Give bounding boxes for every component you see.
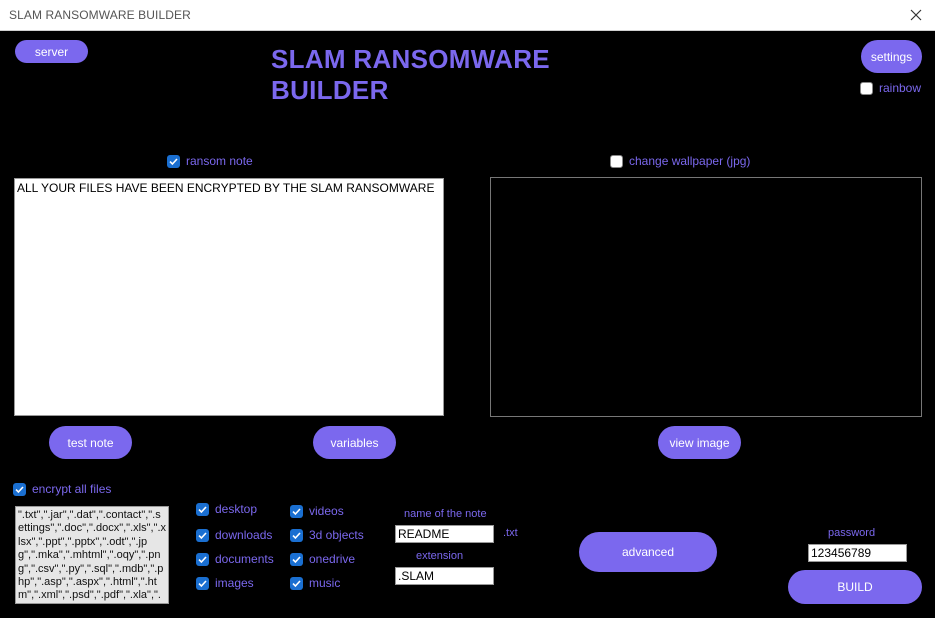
checkbox-checked-icon[interactable]: [196, 576, 209, 590]
change-wallpaper-checkbox[interactable]: change wallpaper (jpg): [610, 154, 750, 168]
password-input[interactable]: 123456789: [808, 544, 907, 562]
folder-label: music: [309, 576, 341, 590]
checkbox-unchecked-icon[interactable]: [610, 154, 623, 168]
folder-checkbox-downloads[interactable]: downloads: [196, 528, 272, 542]
extensions-list[interactable]: ".txt",".jar",".dat",".contact",".settin…: [15, 506, 169, 604]
extension-input[interactable]: .SLAM: [395, 567, 494, 585]
extensions-text: ".txt",".jar",".dat",".contact",".settin…: [18, 509, 167, 603]
app-heading: SLAM RANSOMWARE BUILDER: [271, 44, 550, 105]
note-name-input[interactable]: README: [395, 525, 494, 543]
checkbox-checked-icon[interactable]: [290, 504, 303, 518]
variables-button[interactable]: variables: [313, 426, 396, 459]
test-note-label: test note: [67, 435, 114, 450]
settings-button-label: settings: [870, 49, 913, 64]
folder-checkbox-documents[interactable]: documents: [196, 552, 274, 566]
app-window: SLAM RANSOMWARE BUILDER server SLAM RANS…: [0, 0, 935, 618]
folder-label: documents: [215, 552, 274, 566]
folder-checkbox-music[interactable]: music: [290, 576, 340, 590]
view-image-button[interactable]: view image: [658, 426, 741, 459]
view-image-label: view image: [669, 435, 730, 450]
folder-label: videos: [309, 504, 344, 518]
note-suffix-label: .txt: [503, 527, 518, 539]
note-name-value: README: [398, 527, 450, 541]
title-bar: SLAM RANSOMWARE BUILDER: [0, 0, 935, 31]
encrypt-all-label: encrypt all files: [32, 482, 112, 496]
password-value: 123456789: [811, 546, 872, 560]
advanced-label: advanced: [621, 545, 675, 559]
close-icon[interactable]: [905, 4, 927, 26]
folder-checkbox-onedrive[interactable]: onedrive: [290, 552, 355, 566]
rainbow-checkbox[interactable]: rainbow: [860, 81, 921, 95]
encrypt-all-checkbox[interactable]: encrypt all files: [13, 482, 111, 496]
ransom-note-label: ransom note: [186, 154, 253, 168]
folder-checkbox-3d-objects[interactable]: 3d objects: [290, 528, 364, 542]
checkbox-checked-icon[interactable]: [290, 552, 303, 566]
checkbox-checked-icon[interactable]: [290, 528, 303, 542]
folder-label: images: [215, 576, 254, 590]
checkbox-checked-icon[interactable]: [13, 482, 26, 496]
folder-checkbox-videos[interactable]: videos: [290, 504, 344, 518]
folder-checkbox-desktop[interactable]: desktop: [196, 502, 257, 516]
server-button[interactable]: server: [15, 40, 88, 63]
folder-label: downloads: [215, 528, 273, 542]
checkbox-checked-icon[interactable]: [290, 576, 303, 590]
ransom-note-checkbox[interactable]: ransom note: [167, 154, 253, 168]
test-note-button[interactable]: test note: [49, 426, 132, 459]
extension-label: extension: [416, 550, 464, 562]
checkbox-checked-icon[interactable]: [167, 154, 180, 168]
folder-label: desktop: [215, 502, 258, 516]
main-panel: server SLAM RANSOMWARE BUILDER settings …: [1, 31, 934, 617]
folder-label: 3d objects: [309, 528, 364, 542]
checkbox-checked-icon[interactable]: [196, 552, 209, 566]
note-name-label: name of the note: [404, 508, 487, 520]
checkbox-unchecked-icon[interactable]: [860, 81, 873, 95]
server-button-label: server: [34, 44, 69, 59]
settings-button[interactable]: settings: [861, 40, 922, 73]
checkbox-checked-icon[interactable]: [196, 528, 209, 542]
window-title: SLAM RANSOMWARE BUILDER: [9, 8, 191, 22]
rainbow-label: rainbow: [879, 81, 922, 95]
folder-label: onedrive: [309, 552, 356, 566]
change-wallpaper-label: change wallpaper (jpg): [629, 154, 751, 168]
password-label: password: [828, 527, 876, 539]
variables-label: variables: [330, 435, 379, 450]
ransom-note-text: ALL YOUR FILES HAVE BEEN ENCRYPTED BY TH…: [17, 181, 435, 195]
folder-checkbox-images[interactable]: images: [196, 576, 254, 590]
advanced-button[interactable]: advanced: [579, 532, 717, 572]
ransom-note-textarea[interactable]: ALL YOUR FILES HAVE BEEN ENCRYPTED BY TH…: [14, 178, 444, 416]
extension-value: .SLAM: [398, 569, 435, 583]
build-button[interactable]: BUILD: [788, 570, 922, 604]
wallpaper-preview: [490, 177, 922, 417]
build-label: BUILD: [837, 580, 873, 594]
checkbox-checked-icon[interactable]: [196, 502, 209, 516]
